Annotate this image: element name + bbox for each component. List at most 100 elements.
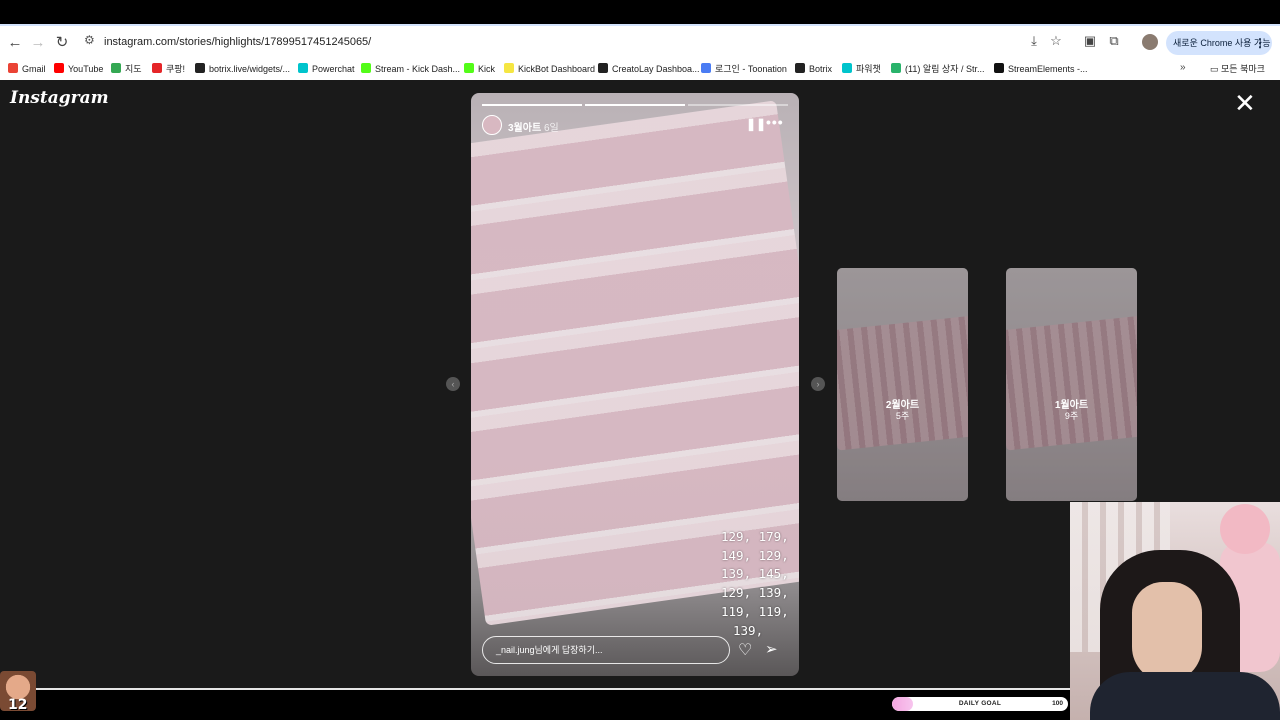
folder-icon: ▭	[1210, 64, 1222, 74]
bookmark-coupang[interactable]: 쿠팡!	[152, 62, 185, 76]
kick-icon	[361, 63, 371, 73]
bookmarks-overflow-icon[interactable]: »	[1180, 62, 1186, 73]
browser-toolbar: ← → ↻ ⚙ instagram.com/stories/highlights…	[0, 24, 1280, 58]
pause-icon[interactable]: ❚❚	[746, 117, 766, 131]
toonation-icon	[701, 63, 711, 73]
gmail-icon	[8, 63, 18, 73]
bookmark-label: CreatoLay Dashboa...	[612, 64, 700, 74]
bookmark-kickbot[interactable]: KickBot Dashboard	[504, 62, 595, 76]
bookmark-label: 파워챗	[856, 64, 881, 74]
botrix-icon	[795, 63, 805, 73]
progress-segment	[482, 104, 582, 106]
highlight-shade	[837, 268, 968, 501]
install-app-icon[interactable]: ⤓	[1024, 33, 1044, 49]
highlight-thumbnail[interactable]: 2월아트 5주	[837, 268, 968, 501]
price-line: 139, 145,	[721, 566, 789, 582]
progress-segment	[688, 104, 788, 106]
like-heart-icon[interactable]: ♡	[738, 640, 752, 660]
bookmark-label: Stream - Kick Dash...	[375, 64, 461, 74]
price-line: 119, 119,	[721, 603, 789, 619]
coupang-icon	[152, 63, 162, 73]
webcam-feed	[1070, 502, 1280, 720]
bookmark-label: StreamElements -...	[1008, 64, 1088, 74]
profile-avatar[interactable]	[1142, 34, 1158, 50]
webcam-person-shirt	[1090, 672, 1280, 720]
bookmark-label: 쿠팡!	[166, 64, 186, 74]
chrome-update-button[interactable]: 새로운 Chrome 사용 가능 ⋮	[1166, 31, 1272, 55]
bookmark-botrix[interactable]: Botrix	[795, 62, 832, 76]
highlight-age: 9주	[1064, 411, 1079, 421]
creatolay-icon	[598, 63, 608, 73]
highlight-age: 5주	[895, 411, 910, 421]
story-progress	[482, 104, 788, 106]
story-header: 3월아트 6일 ❚❚ •••	[482, 114, 788, 137]
progress-segment	[585, 104, 685, 106]
instagram-logo[interactable]: Instagram	[10, 88, 109, 108]
streamelements-icon	[994, 63, 1004, 73]
price-line: 139,	[733, 622, 764, 638]
story-avatar[interactable]	[482, 115, 502, 135]
send-icon[interactable]: ➢	[765, 640, 778, 658]
bookmark-gmail[interactable]: Gmail	[8, 62, 46, 76]
next-story-icon[interactable]: ›	[811, 377, 825, 391]
extensions-icon[interactable]: ⧉	[1104, 33, 1124, 49]
botrix-icon	[195, 63, 205, 73]
kick-icon	[464, 63, 474, 73]
bookmark-label: Powerchat	[312, 64, 355, 74]
price-line: 129, 179,	[721, 529, 789, 544]
close-icon[interactable]: ✕	[1234, 90, 1256, 116]
daily-goal-label: DAILY GOAL	[958, 700, 1002, 707]
webcam-plush	[1220, 504, 1270, 554]
bookmark-star-icon[interactable]: ☆	[1046, 33, 1066, 49]
all-bookmarks-folder[interactable]: ▭ 모든 북마크	[1210, 62, 1265, 75]
bookmark-label: 지도	[125, 64, 142, 74]
bookmark-toonation[interactable]: 로그인 - Toonation	[701, 62, 787, 76]
reply-input[interactable]: _nail.jung님에게 답장하기...	[482, 636, 730, 664]
screen-top-bar	[0, 0, 1280, 24]
bookmark-creatolay[interactable]: CreatoLay Dashboa...	[598, 62, 700, 76]
bookmark-alert-box[interactable]: (11) 알림 상자 / Str...	[891, 62, 984, 76]
powerchat-icon	[298, 63, 308, 73]
kickbot-icon	[504, 63, 514, 73]
price-line: 149, 129,	[721, 547, 789, 563]
bookmark-youtube[interactable]: YouTube	[54, 62, 103, 76]
bookmark-label: Kick	[478, 64, 496, 74]
previous-story-icon[interactable]: ‹	[446, 377, 460, 391]
menu-dots-icon[interactable]: ⋮	[1254, 31, 1266, 55]
bookmark-maps[interactable]: 지도	[111, 62, 142, 76]
webcam-person-face	[1132, 582, 1202, 682]
maps-icon	[111, 63, 121, 73]
forward-icon[interactable]: →	[28, 33, 48, 53]
address-bar[interactable]: ⚙ instagram.com/stories/highlights/17899…	[78, 30, 1078, 56]
bookmark-label: KickBot Dashboard	[518, 64, 596, 74]
youtube-icon	[54, 63, 64, 73]
bookmark-label: botrix.live/widgets/...	[209, 64, 291, 74]
price-line: 129, 139,	[721, 585, 789, 601]
folder-label: 모든 북마크	[1221, 64, 1265, 74]
bookmark-streamelements[interactable]: StreamElements -...	[994, 62, 1088, 76]
bookmark-powerchat-kr[interactable]: 파워챗	[842, 62, 881, 76]
site-info-icon[interactable]: ⚙	[84, 33, 95, 47]
powerchat-icon	[842, 63, 852, 73]
back-icon[interactable]: ←	[5, 33, 25, 53]
story-card[interactable]: 3월아트 6일 ❚❚ ••• 129, 179, 149, 129, 139, …	[471, 93, 799, 676]
highlight-shade	[1006, 268, 1137, 501]
bookmark-label: 로그인 - Toonation	[715, 64, 787, 74]
reload-icon[interactable]: ↻	[52, 33, 72, 53]
price-list: 129, 179, 149, 129, 139, 145, 129, 139, …	[721, 528, 791, 640]
highlight-thumbnail[interactable]: 1월아트 9주	[1006, 268, 1137, 501]
url-text[interactable]: instagram.com/stories/highlights/1789951…	[104, 36, 371, 48]
more-options-icon[interactable]: •••	[766, 114, 784, 130]
sub-count: 12	[8, 697, 28, 713]
stream-overlay-line	[0, 688, 1070, 690]
bookmark-botrix-widgets[interactable]: botrix.live/widgets/...	[195, 62, 290, 76]
bookmark-kick[interactable]: Kick	[464, 62, 495, 76]
bookmark-label: YouTube	[68, 64, 104, 74]
story-time: 6일	[544, 123, 559, 134]
bookmark-kick-dashboard[interactable]: Stream - Kick Dash...	[361, 62, 460, 76]
translate-icon[interactable]: ▣	[1080, 33, 1100, 49]
bookmark-label: Botrix	[809, 64, 833, 74]
bookmark-label: (11) 알림 상자 / Str...	[905, 64, 985, 74]
bookmark-powerchat[interactable]: Powerchat	[298, 62, 355, 76]
story-title[interactable]: 3월아트	[508, 119, 541, 134]
